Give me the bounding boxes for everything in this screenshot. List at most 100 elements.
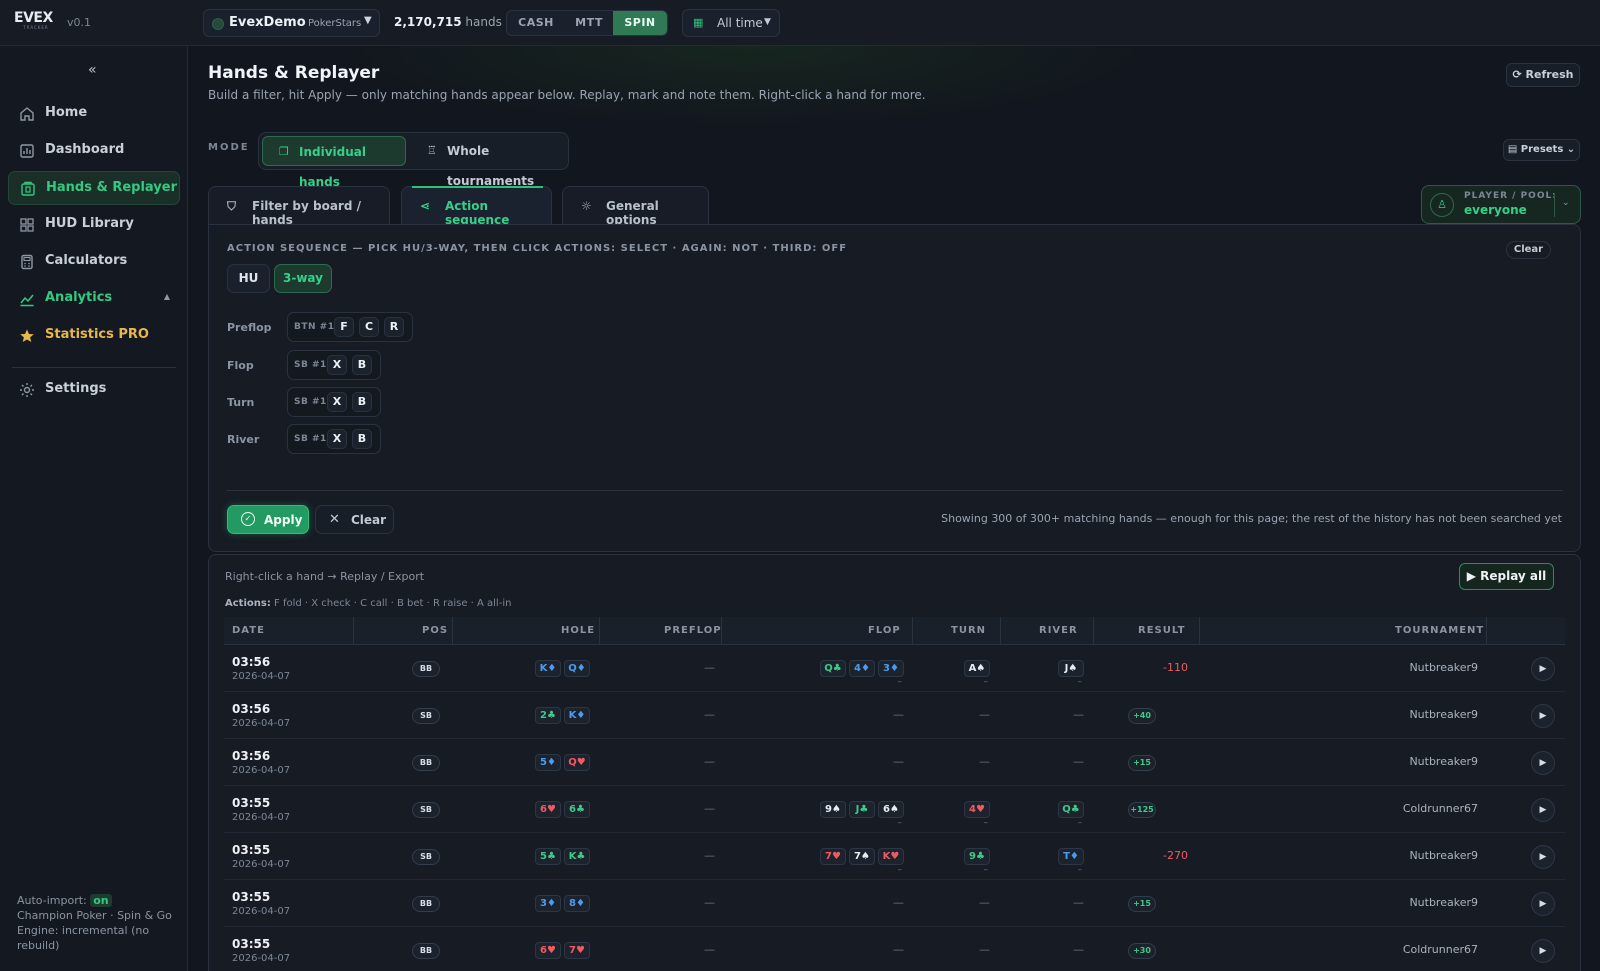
hand-date: 2026-04-07: [232, 906, 291, 917]
preflop-raise-button[interactable]: R: [384, 317, 404, 337]
playing-card: T♦: [1058, 848, 1084, 865]
turn-check-button[interactable]: X: [327, 392, 347, 412]
star-icon: [20, 329, 34, 342]
way-hu-button[interactable]: HU: [227, 264, 270, 293]
preflop-fold-button[interactable]: F: [334, 317, 354, 337]
col-tournament[interactable]: TOURNAMENT: [1395, 625, 1484, 636]
tab-action-sequence[interactable]: ⋖ Action sequence: [401, 186, 552, 227]
app-logo[interactable]: EVEX TRACKER: [14, 11, 58, 33]
column-divider: [353, 617, 354, 645]
table-row[interactable]: 03:55 2026-04-07 BB 3♦ 8♦ — — — — +15 Nutbreaker9 ▶: [224, 881, 1565, 927]
col-pos[interactable]: POS: [422, 625, 448, 636]
turn-action-mark: –: [983, 865, 989, 875]
playing-card: Q♥: [564, 754, 590, 771]
replay-hand-button[interactable]: ▶: [1531, 657, 1555, 681]
preflop-call-button[interactable]: C: [359, 317, 379, 337]
account-selector[interactable]: EvexDemo PokerStars ▼: [203, 9, 380, 37]
playing-card: 2♣: [535, 707, 561, 724]
check-circle-icon: ✓: [241, 512, 255, 526]
playing-card: 7♥: [820, 848, 846, 865]
playing-card: 4♥: [964, 801, 990, 818]
mode-whole-tournaments[interactable]: ♖ Whole tournaments: [411, 136, 567, 188]
hand-result: -110: [1163, 661, 1188, 674]
preflop-action-group: BTN #1 F C R: [287, 312, 413, 342]
table-header: DATE POS HOLE PREFLOP FLOP TURN RIVER RE…: [224, 617, 1565, 645]
mode-individual-hands[interactable]: ❐ Individual hands: [262, 136, 406, 189]
account-name: EvexDemo: [229, 15, 306, 30]
hand-date: 2026-04-07: [232, 953, 291, 964]
col-date[interactable]: DATE: [232, 625, 265, 636]
dashboard-icon: [20, 144, 34, 158]
way-3way-button[interactable]: 3-way: [274, 264, 332, 293]
replay-hand-button[interactable]: ▶: [1531, 751, 1555, 775]
col-river[interactable]: RIVER: [1039, 625, 1078, 636]
replay-hand-button[interactable]: ▶: [1531, 939, 1555, 963]
engine-info: Engine: incremental (no rebuild): [17, 924, 150, 952]
hand-time: 03:55: [232, 890, 271, 904]
refresh-button[interactable]: ⟳ Refresh: [1506, 63, 1580, 87]
game-type-mtt[interactable]: MTT: [565, 11, 613, 35]
table-row[interactable]: 03:56 2026-04-07 BB K♦ Q♦ — Q♣ 4♦ 3♦ – A♠ – J♠ – -110 N…: [224, 646, 1565, 692]
flop-bet-button[interactable]: B: [352, 355, 372, 375]
col-flop[interactable]: FLOP: [868, 625, 901, 636]
col-turn[interactable]: TURN: [951, 625, 986, 636]
flop-check-button[interactable]: X: [327, 355, 347, 375]
sidebar-item-statistics-pro[interactable]: Statistics PRO: [8, 319, 180, 353]
turn-action-mark: –: [983, 677, 989, 687]
table-row[interactable]: 03:56 2026-04-07 SB 2♣ K♦ — — — — +40 Nutbreaker9 ▶: [224, 693, 1565, 739]
col-hole[interactable]: HOLE: [561, 625, 595, 636]
position-badge: BB: [412, 755, 440, 771]
river-check-button[interactable]: X: [327, 429, 347, 449]
actor-label: SB #1: [294, 397, 327, 407]
calculator-icon: [21, 254, 33, 270]
turn-empty: —: [979, 708, 990, 721]
time-filter-dropdown[interactable]: ▦ All time ▼: [682, 9, 780, 37]
table-row[interactable]: 03:55 2026-04-07 SB 5♣ K♣ —7♥ 7♠ K♥ –9♣ – T♦ – -270 N…: [224, 834, 1565, 880]
sidebar-item-home[interactable]: Home: [8, 97, 180, 131]
replay-hand-button[interactable]: ▶: [1531, 845, 1555, 869]
home-icon: [20, 107, 34, 121]
col-result[interactable]: RESULT: [1138, 625, 1185, 636]
sidebar-item-label: Statistics PRO: [45, 327, 149, 342]
sidebar-item-hands-replayer[interactable]: Hands & Replayer: [8, 171, 180, 205]
panel-divider: [227, 490, 1563, 491]
sidebar-item-hud-library[interactable]: HUD Library: [8, 208, 180, 242]
apply-button[interactable]: ✓ Apply: [227, 505, 309, 534]
flop-action-mark: –: [897, 818, 903, 828]
river-bet-button[interactable]: B: [352, 429, 372, 449]
table-row[interactable]: 03:56 2026-04-07 BB 5♦ Q♥ — — — — +15 Nutbreaker9 ▶: [224, 740, 1565, 786]
sidebar-item-dashboard[interactable]: Dashboard: [8, 134, 180, 168]
sidebar-item-calculators[interactable]: Calculators: [8, 245, 180, 279]
apply-label: Apply: [264, 513, 303, 527]
hands-icon: [21, 181, 35, 196]
table-row[interactable]: 03:55 2026-04-07 BB 6♥ 7♥ — — — — +30 Coldrunner67…: [224, 928, 1565, 971]
replay-hand-button[interactable]: ▶: [1531, 798, 1555, 822]
actions-legend: Actions: F fold · X check · C call · B b…: [225, 598, 511, 609]
collapse-sidebar-button[interactable]: «: [88, 62, 97, 78]
sequence-clear-button[interactable]: Clear: [1506, 241, 1551, 259]
tab-general-options[interactable]: ☼ General options: [562, 186, 709, 227]
presets-button[interactable]: ▤ Presets ⌄: [1503, 139, 1580, 161]
river-empty: —: [1073, 943, 1084, 956]
turn-bet-button[interactable]: B: [352, 392, 372, 412]
sidebar-item-analytics[interactable]: Analytics ▲: [8, 282, 180, 316]
replay-hand-button[interactable]: ▶: [1531, 892, 1555, 916]
hand-result: +30: [1128, 943, 1156, 959]
table-row[interactable]: 03:55 2026-04-07 SB 6♥ 6♣ —9♠ J♣ 6♠ –4♥ – Q♣ – +125 C…: [224, 787, 1565, 833]
sidebar-item-settings[interactable]: Settings: [8, 373, 180, 407]
playing-card: 4♦: [849, 660, 875, 677]
hand-time: 03:56: [232, 749, 271, 763]
tab-filter-board-hands[interactable]: ⛉ Filter by board / hands: [208, 186, 390, 227]
game-type-spin[interactable]: SPIN: [613, 11, 667, 35]
replay-hand-button[interactable]: ▶: [1531, 704, 1555, 728]
playing-card: 6♥: [535, 801, 561, 818]
column-divider: [721, 617, 722, 645]
river-empty: —: [1073, 896, 1084, 909]
replay-all-button[interactable]: ▶ Replay all: [1459, 563, 1554, 590]
col-preflop[interactable]: PREFLOP: [664, 625, 722, 636]
river-cards: Q♣: [1058, 801, 1084, 818]
playing-card: 3♦: [535, 895, 561, 912]
game-type-cash[interactable]: CASH: [507, 11, 565, 35]
clear-filter-button[interactable]: ✕ Clear: [315, 505, 394, 534]
player-pool-selector[interactable]: ♙ PLAYER / POOL: everyone ⌄: [1421, 185, 1581, 224]
